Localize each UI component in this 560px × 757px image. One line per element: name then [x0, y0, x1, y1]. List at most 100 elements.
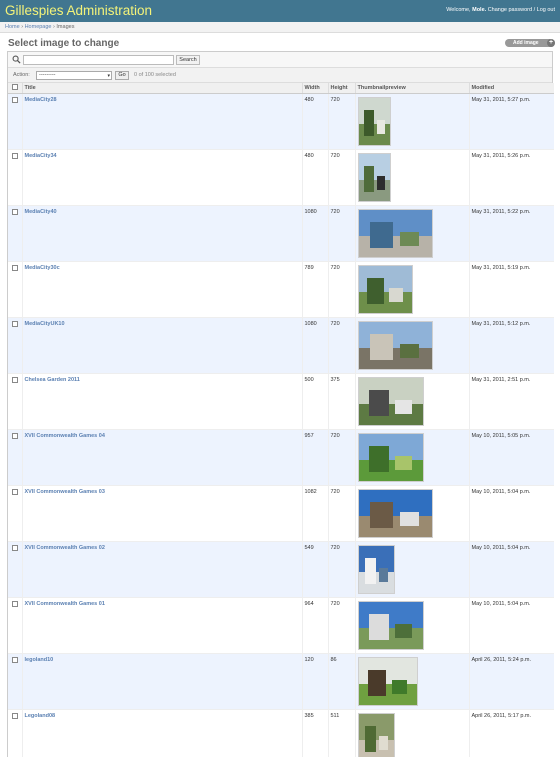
- thumbnail-cell: [354, 205, 469, 262]
- table-row[interactable]: Chelsea Garden 2011 500 375 May 31, 2011, 2…: [8, 373, 554, 430]
- title-cell: XVII Commonwealth Games 01: [21, 597, 302, 654]
- change-password-link[interactable]: Change password: [488, 7, 532, 13]
- height-cell: 375: [327, 373, 355, 430]
- row-checkbox[interactable]: [12, 265, 18, 271]
- thumbnail-feature: [378, 568, 388, 582]
- thumbnail-image[interactable]: [357, 97, 391, 146]
- row-select-cell[interactable]: [8, 261, 22, 318]
- select-all-checkbox[interactable]: [12, 84, 18, 90]
- row-select-cell[interactable]: [8, 541, 22, 598]
- search-button[interactable]: Search: [176, 55, 200, 65]
- modified-cell: April 26, 2011, 5:24 p.m.: [468, 653, 554, 710]
- row-select-cell[interactable]: [8, 373, 22, 430]
- width-cell: 549: [301, 541, 328, 598]
- row-select-cell[interactable]: [8, 149, 22, 206]
- row-select-cell[interactable]: [8, 317, 22, 374]
- thumbnail-image[interactable]: [357, 153, 391, 202]
- row-select-cell[interactable]: [8, 205, 22, 262]
- row-checkbox[interactable]: [12, 489, 18, 495]
- table-row[interactable]: Legoland08 385 511 April 26, 2011, 5:17 p.m…: [8, 709, 554, 757]
- row-checkbox[interactable]: [12, 657, 18, 663]
- row-checkbox[interactable]: [12, 433, 18, 439]
- image-title-link[interactable]: MediaCity40: [25, 209, 57, 215]
- table-row[interactable]: XVII Commonwealth Games 04 957 720 May 10, …: [8, 429, 554, 486]
- width-cell: 480: [301, 149, 328, 206]
- row-checkbox[interactable]: [12, 601, 18, 607]
- image-title-link[interactable]: MediaCity34: [25, 153, 57, 159]
- row-select-cell[interactable]: [8, 597, 22, 654]
- row-checkbox[interactable]: [12, 321, 18, 327]
- breadcrumb-homepage[interactable]: Homepage: [25, 24, 52, 30]
- add-image-button[interactable]: Add image +: [505, 39, 555, 47]
- row-select-cell[interactable]: [8, 653, 22, 710]
- modified-cell: May 31, 2011, 5:12 p.m.: [468, 317, 554, 374]
- logout-link[interactable]: Log out: [537, 7, 555, 13]
- thumbnail-cell: [354, 149, 469, 206]
- image-title-link[interactable]: legoland10: [25, 657, 54, 663]
- image-title-link[interactable]: XVII Commonwealth Games 04: [25, 433, 105, 439]
- results-table: Title Width Height Thumbnailpreview Modi…: [8, 83, 554, 757]
- image-title-link[interactable]: Chelsea Garden 2011: [25, 377, 80, 383]
- column-header-modified[interactable]: Modified: [468, 83, 554, 94]
- table-row[interactable]: XVII Commonwealth Games 02 549 720 May 10, …: [8, 541, 554, 598]
- page-title: Select image to change: [8, 38, 120, 49]
- row-checkbox[interactable]: [12, 545, 18, 551]
- image-title-link[interactable]: MediaCity30c: [25, 265, 60, 271]
- width-cell: 789: [301, 261, 328, 318]
- image-title-link[interactable]: Legoland08: [25, 713, 56, 719]
- thumbnail-feature: [363, 110, 374, 136]
- table-row[interactable]: legoland10 120 86 April 26, 2011, 5:24 p.m.: [8, 653, 554, 710]
- image-title-link[interactable]: XVII Commonwealth Games 02: [25, 545, 105, 551]
- table-row[interactable]: XVII Commonwealth Games 01 964 720 May 10, …: [8, 597, 554, 654]
- thumbnail-image[interactable]: [357, 209, 433, 258]
- column-header-width[interactable]: Width: [301, 83, 328, 94]
- table-row[interactable]: MediaCity40 1080 720 May 31, 2011, 5:22 p.m…: [8, 205, 554, 262]
- thumbnail-image[interactable]: [357, 657, 418, 706]
- actions-bar: Action: --------- ▾ Go 0 of 100 selected: [8, 68, 552, 83]
- breadcrumb-home[interactable]: Home: [5, 24, 20, 30]
- thumbnail-image[interactable]: [357, 433, 424, 482]
- title-cell: legoland10: [21, 653, 302, 710]
- image-title-link[interactable]: MediaCityUK10: [25, 321, 65, 327]
- image-title-link[interactable]: MediaCity28: [25, 97, 57, 103]
- table-header-row: Title Width Height Thumbnailpreview Modi…: [8, 83, 554, 94]
- site-brand[interactable]: Gillespies Administration: [5, 3, 152, 19]
- image-title-link[interactable]: XVII Commonwealth Games 03: [25, 489, 105, 495]
- row-checkbox[interactable]: [12, 713, 18, 719]
- column-header-title[interactable]: Title: [21, 83, 302, 94]
- table-row[interactable]: MediaCity28 480 720 May 31, 2011, 5:27 p.m.: [8, 93, 554, 150]
- thumbnail-image[interactable]: [357, 265, 413, 314]
- row-select-cell[interactable]: [8, 485, 22, 542]
- row-checkbox[interactable]: [12, 97, 18, 103]
- height-cell: 720: [327, 541, 355, 598]
- thumbnail-image[interactable]: [357, 601, 424, 650]
- breadcrumb-separator: ›: [21, 24, 24, 30]
- table-row[interactable]: MediaCity34 480 720 May 31, 2011, 5:26 p.m.: [8, 149, 554, 206]
- thumbnail-image[interactable]: [357, 321, 433, 370]
- column-header-height[interactable]: Height: [327, 83, 355, 94]
- table-row[interactable]: MediaCityUK10 1080 720 May 31, 2011, 5:12 p…: [8, 317, 554, 374]
- modified-cell: May 31, 2011, 2:51 p.m.: [468, 373, 554, 430]
- image-title-link[interactable]: XVII Commonwealth Games 01: [25, 601, 105, 607]
- thumbnail-feature: [369, 334, 393, 360]
- search-toolbar: Search: [8, 52, 552, 68]
- search-input[interactable]: [23, 55, 174, 65]
- table-row[interactable]: XVII Commonwealth Games 03 1082 720 May 10,…: [8, 485, 554, 542]
- go-button[interactable]: Go: [115, 71, 129, 80]
- row-select-cell[interactable]: [8, 709, 22, 757]
- row-checkbox[interactable]: [12, 377, 18, 383]
- row-select-cell[interactable]: [8, 429, 22, 486]
- action-select-value: ---------: [39, 72, 56, 78]
- thumbnail-image[interactable]: [357, 545, 395, 594]
- column-header-thumbnail[interactable]: Thumbnailpreview: [354, 83, 469, 94]
- modified-cell: May 31, 2011, 5:27 p.m.: [468, 93, 554, 150]
- action-select[interactable]: --------- ▾: [36, 71, 112, 80]
- select-all-header[interactable]: [8, 83, 22, 94]
- table-row[interactable]: MediaCity30c 789 720 May 31, 2011, 5:19 p.m…: [8, 261, 554, 318]
- thumbnail-image[interactable]: [357, 489, 433, 538]
- row-checkbox[interactable]: [12, 153, 18, 159]
- thumbnail-image[interactable]: [357, 713, 395, 757]
- thumbnail-image[interactable]: [357, 377, 424, 426]
- row-checkbox[interactable]: [12, 209, 18, 215]
- row-select-cell[interactable]: [8, 93, 22, 150]
